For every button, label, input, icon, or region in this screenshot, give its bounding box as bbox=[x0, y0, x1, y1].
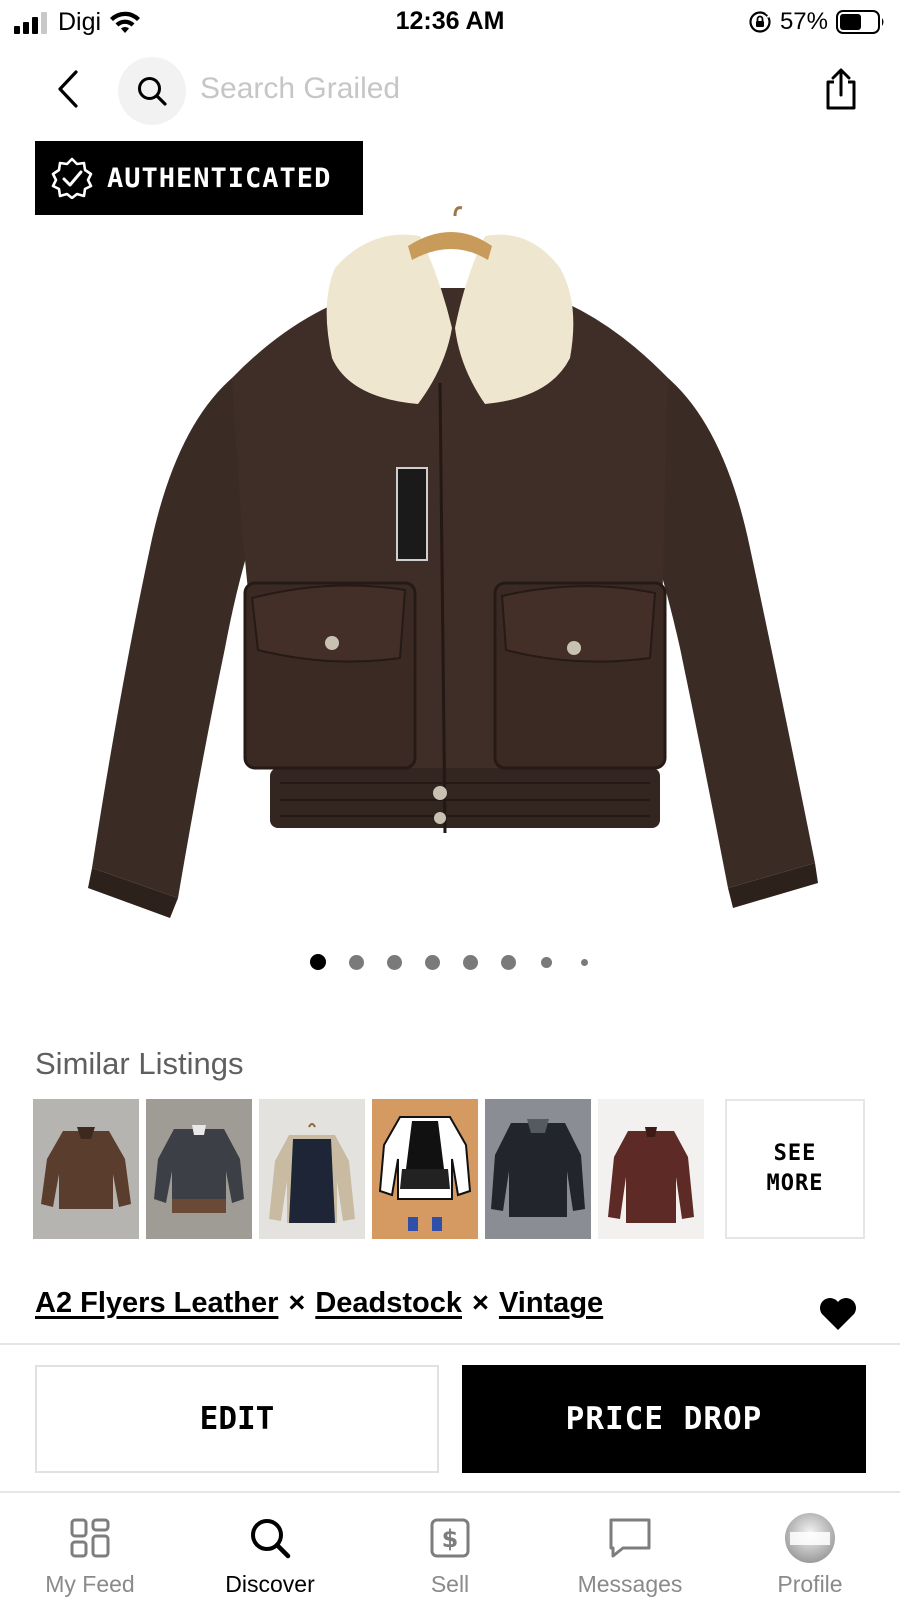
similar-listings-title: Similar Listings bbox=[35, 1046, 244, 1081]
feed-grid-icon bbox=[70, 1518, 110, 1558]
avatar-icon bbox=[785, 1513, 835, 1563]
carousel-dot[interactable] bbox=[500, 954, 516, 970]
chevron-left-icon bbox=[58, 70, 78, 108]
similar-listing-thumb[interactable] bbox=[372, 1099, 478, 1239]
brand-link[interactable]: A2 Flyers Leather bbox=[35, 1287, 278, 1320]
tab-label: Profile bbox=[777, 1571, 843, 1597]
tab-bar: My Feed Discover $ Sell Messages Profile bbox=[0, 1495, 900, 1600]
action-bar: EDIT PRICE DROP bbox=[0, 1343, 900, 1493]
dollar-tag-icon: $ bbox=[430, 1518, 470, 1558]
top-nav bbox=[0, 52, 900, 128]
share-icon bbox=[826, 68, 856, 110]
favorite-button[interactable] bbox=[818, 1296, 858, 1332]
similar-listing-thumb[interactable] bbox=[485, 1099, 591, 1239]
tab-label: Sell bbox=[430, 1571, 470, 1597]
similar-listing-thumb[interactable] bbox=[146, 1099, 252, 1239]
battery-icon bbox=[836, 10, 884, 34]
carousel-dots[interactable] bbox=[0, 952, 900, 972]
see-more-button[interactable]: SEE MORE bbox=[725, 1099, 865, 1239]
carousel-dot[interactable] bbox=[386, 954, 402, 970]
carousel-dot[interactable] bbox=[462, 954, 478, 970]
authenticated-badge: AUTHENTICATED bbox=[35, 141, 363, 215]
battery-percent: 57% bbox=[779, 8, 828, 35]
status-bar: Digi 12:36 AM 57% bbox=[0, 0, 900, 46]
share-button[interactable] bbox=[820, 66, 862, 112]
brand-links: A2 Flyers Leather × Deadstock × Vintage bbox=[35, 1287, 603, 1320]
search-input[interactable] bbox=[200, 66, 760, 112]
carousel-dot[interactable] bbox=[310, 954, 326, 970]
badge-label: AUTHENTICATED bbox=[107, 162, 332, 194]
brand-separator: × bbox=[472, 1287, 489, 1319]
tab-messages[interactable]: Messages bbox=[540, 1495, 720, 1600]
edit-button[interactable]: EDIT bbox=[35, 1365, 439, 1473]
search-button[interactable] bbox=[118, 57, 186, 125]
product-photo[interactable] bbox=[0, 128, 900, 928]
brand-link[interactable]: Deadstock bbox=[315, 1287, 462, 1320]
similar-listing-thumb[interactable] bbox=[598, 1099, 704, 1239]
back-button[interactable] bbox=[48, 66, 88, 112]
tab-label: Discover bbox=[225, 1571, 315, 1597]
brand-separator: × bbox=[288, 1287, 306, 1319]
brand-link[interactable]: Vintage bbox=[499, 1287, 603, 1320]
carousel-dot[interactable] bbox=[580, 958, 588, 966]
see-more-line1: SEE bbox=[773, 1141, 817, 1166]
verified-check-icon bbox=[51, 157, 93, 199]
carousel-dot[interactable] bbox=[348, 954, 364, 970]
tab-my-feed[interactable]: My Feed bbox=[0, 1495, 180, 1600]
carousel-dot[interactable] bbox=[540, 956, 552, 968]
similar-listing-thumb[interactable] bbox=[259, 1099, 365, 1239]
tab-label: Messages bbox=[577, 1571, 683, 1597]
chat-bubble-icon bbox=[609, 1518, 651, 1558]
heart-icon bbox=[820, 1298, 856, 1330]
price-drop-button[interactable]: PRICE DROP bbox=[462, 1365, 866, 1473]
tab-profile[interactable]: Profile bbox=[720, 1495, 900, 1600]
search-icon bbox=[251, 1519, 291, 1559]
tab-label: My Feed bbox=[45, 1571, 135, 1597]
rotation-lock-icon bbox=[749, 11, 771, 33]
carousel-dot[interactable] bbox=[424, 954, 440, 970]
svg-text:$: $ bbox=[442, 1525, 459, 1553]
similar-listing-thumb[interactable] bbox=[33, 1099, 139, 1239]
tab-discover[interactable]: Discover bbox=[180, 1495, 360, 1600]
see-more-line2: MORE bbox=[766, 1171, 824, 1196]
search-icon bbox=[138, 77, 167, 106]
tab-sell[interactable]: $ Sell bbox=[360, 1495, 540, 1600]
status-right: 57% bbox=[748, 8, 886, 36]
